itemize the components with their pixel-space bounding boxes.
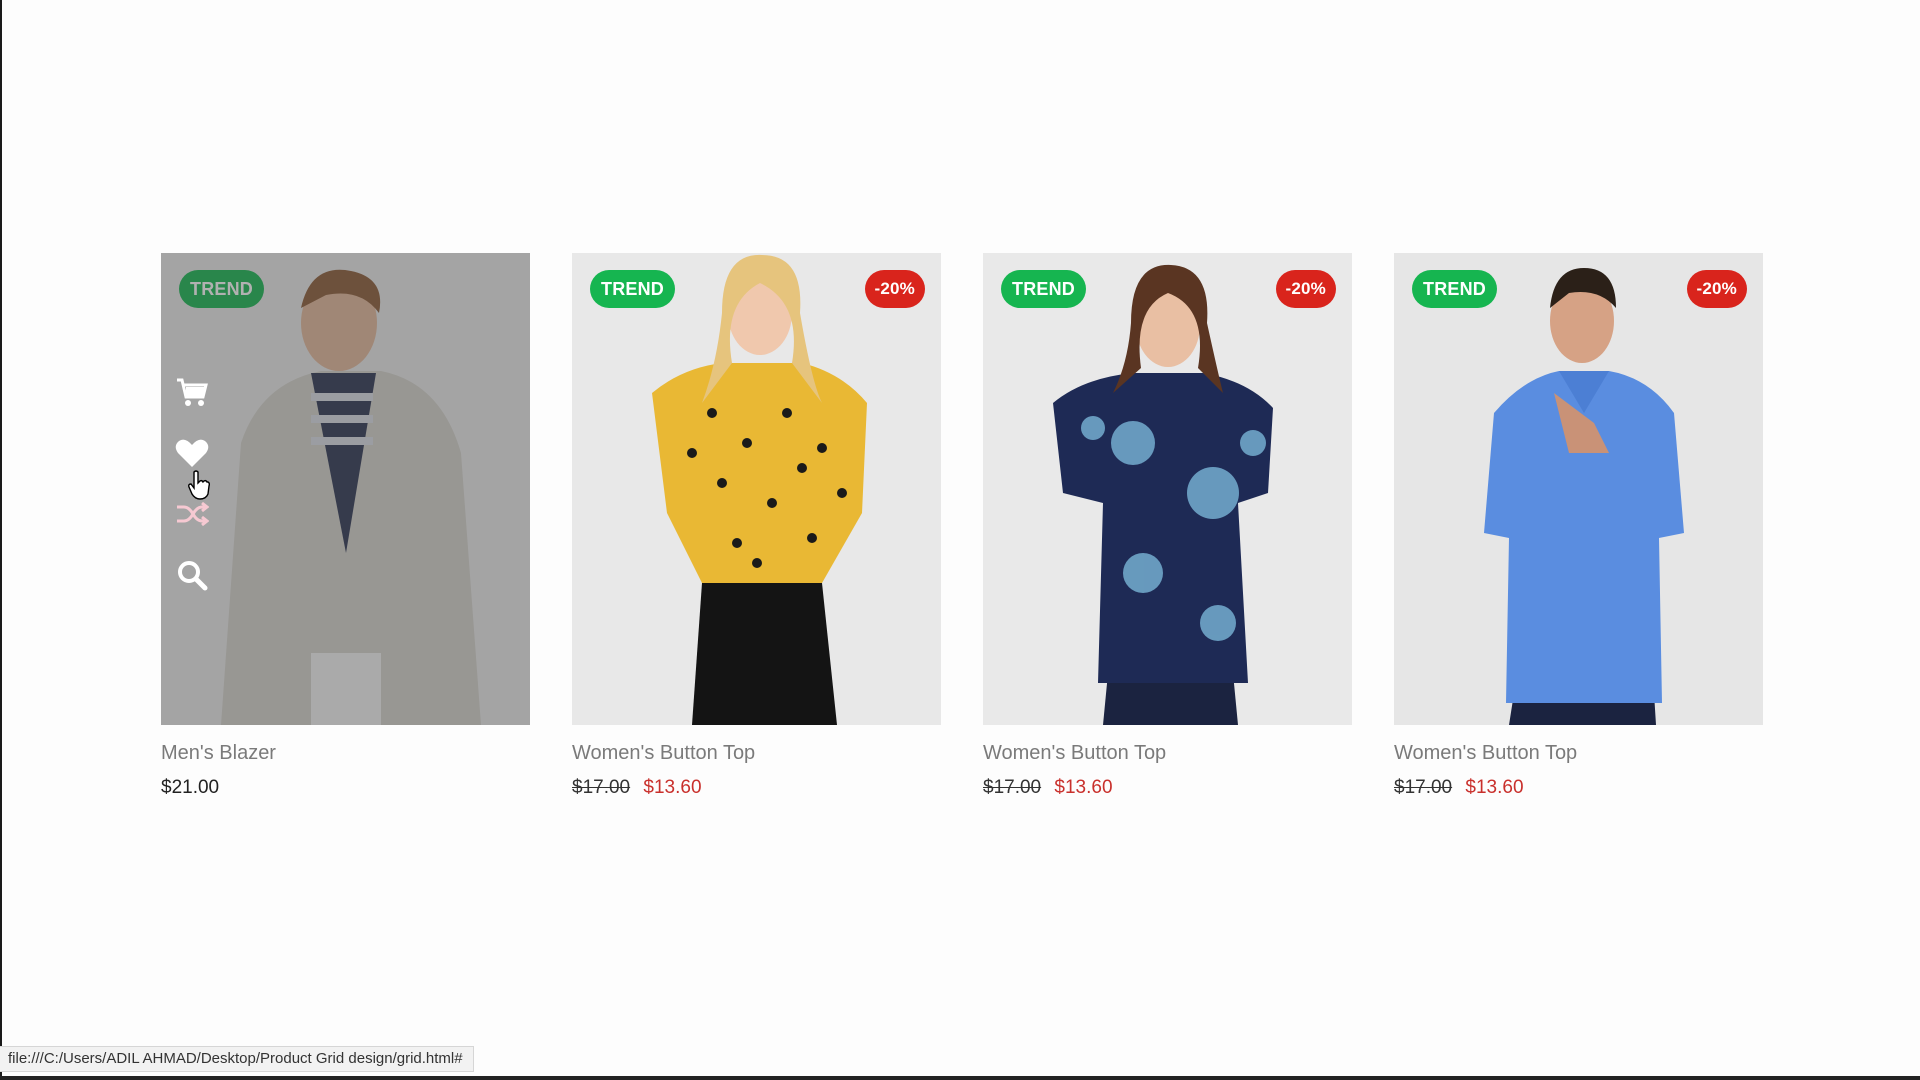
product-card[interactable]: TREND -20% Women's Button Top $17.00 $13… <box>572 253 941 799</box>
add-to-cart-button[interactable] <box>173 373 211 411</box>
hand-cursor-icon <box>188 470 210 500</box>
yellow-polka-top-photo <box>572 253 941 725</box>
product-price: $17.00 $13.60 <box>983 777 1352 799</box>
sale-price: $13.60 <box>643 777 702 798</box>
product-price: $17.00 $13.60 <box>1394 777 1763 799</box>
discount-badge: -20% <box>864 270 925 308</box>
sale-price: $13.60 <box>1465 777 1524 798</box>
search-icon <box>178 561 208 591</box>
product-name[interactable]: Women's Button Top <box>983 742 1352 765</box>
cart-icon <box>177 378 208 406</box>
discount-badge: -20% <box>1686 270 1747 308</box>
wishlist-button[interactable] <box>173 434 211 472</box>
product-price: $21.00 <box>161 777 530 799</box>
product-image[interactable]: TREND -20% <box>572 253 941 725</box>
product-name[interactable]: Men's Blazer <box>161 742 530 765</box>
status-bar-url: file:///C:/Users/ADIL AHMAD/Desktop/Prod… <box>0 1046 474 1072</box>
quick-view-button[interactable] <box>173 556 211 594</box>
compare-button[interactable] <box>173 495 211 533</box>
product-card[interactable]: TREND -20% Women's Button Top $17.00 $13… <box>983 253 1352 799</box>
trend-badge: TREND <box>1412 270 1497 308</box>
discount-badge: -20% <box>1275 270 1336 308</box>
product-image[interactable]: TREND <box>161 253 530 725</box>
product-name[interactable]: Women's Button Top <box>572 742 941 765</box>
product-name[interactable]: Women's Button Top <box>1394 742 1763 765</box>
old-price: $17.00 <box>572 777 631 798</box>
trend-badge: TREND <box>590 270 675 308</box>
old-price: $17.00 <box>983 777 1042 798</box>
heart-icon <box>175 439 209 467</box>
product-card[interactable]: TREND Men's Blazer $21.00 <box>161 253 530 799</box>
navy-floral-top-photo <box>983 253 1352 725</box>
blue-shirt-photo <box>1394 253 1763 725</box>
trend-badge: TREND <box>1001 270 1086 308</box>
product-price: $17.00 $13.60 <box>572 777 941 799</box>
product-image[interactable]: TREND -20% <box>983 253 1352 725</box>
shuffle-icon <box>177 501 209 527</box>
taskbar-edge <box>0 1076 1920 1080</box>
product-card[interactable]: TREND -20% Women's Button Top $17.00 $13… <box>1394 253 1763 799</box>
product-grid: TREND Men's Blazer $21.00 TREND -20% Wom… <box>161 253 1763 803</box>
price-value: $21.00 <box>161 777 220 798</box>
hover-overlay <box>161 253 530 725</box>
product-image[interactable]: TREND -20% <box>1394 253 1763 725</box>
sale-price: $13.60 <box>1054 777 1113 798</box>
old-price: $17.00 <box>1394 777 1453 798</box>
window-edge <box>0 0 2 1080</box>
